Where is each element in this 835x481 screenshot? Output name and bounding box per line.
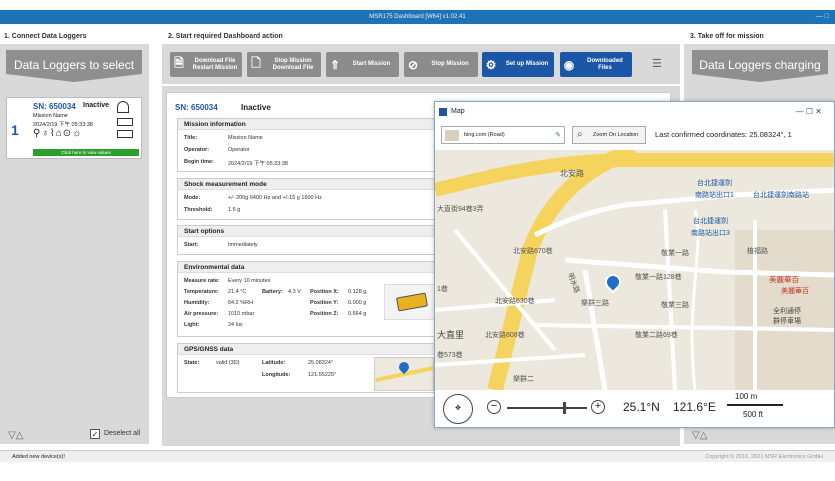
file-download-icon: 🗎 <box>174 56 184 70</box>
position-z-value: 0.664 g <box>348 311 367 317</box>
map-bottom-bar: ✥ − + 25.1°N 121.6°E 100 m 500 ft <box>435 390 834 427</box>
threshold-value: 1.5 g <box>228 207 241 213</box>
map-source-select[interactable]: bing.com (Road) ✎ <box>441 126 565 144</box>
logger-index: 1 <box>11 122 19 138</box>
detail-state: Inactive <box>241 103 271 112</box>
shock-section: Shock measurement mode Mode: +/- 200g 64… <box>177 178 439 220</box>
battery-value: 4.3 V <box>288 289 301 295</box>
logger-card[interactable]: 1 SN: 650034 Inactive Mission Name 2024/… <box>6 97 142 159</box>
scale-bar <box>727 404 783 406</box>
measure-rate-value: Every 10 minutes <box>228 278 271 284</box>
pan-control-icon[interactable]: ✥ <box>443 394 473 424</box>
operator-value: Operator <box>228 147 250 153</box>
map-source-thumb-icon <box>445 130 459 141</box>
list-menu-icon[interactable]: ☰ <box>652 57 662 70</box>
light-value: 24 lux <box>228 322 243 328</box>
eye-icon: ◉ <box>563 57 575 72</box>
window-title: MSR175 Dashboard [W64] v1.02.41 <box>369 14 466 20</box>
map-window: Map — ☐ ✕ bing.com (Road) ✎ ⌕ Zoom On Lo… <box>434 101 835 428</box>
map-source-edit-icon: ✎ <box>555 132 561 139</box>
logger-state: Inactive <box>83 102 110 109</box>
zoom-slider-track[interactable] <box>507 407 587 409</box>
zoom-in-button[interactable]: + <box>591 400 605 414</box>
zoom-on-location-button[interactable]: ⌕ Zoom On Location <box>572 126 646 144</box>
zoom-slider-handle[interactable] <box>563 402 566 414</box>
scale-feet: 500 ft <box>743 410 764 419</box>
shock-mode-value: +/- 200g 6400 Hz and +/-15 g 1600 Hz <box>228 195 322 201</box>
start-mission-button[interactable]: ⇑ Start Mission <box>326 52 399 77</box>
download-restart-button[interactable]: 🗎 Download File Restart Mission <box>170 52 242 77</box>
gps-header: GPS/GNSS data <box>178 344 438 355</box>
last-coordinates: Last confirmed coordinates: 25.08324°, 1 <box>655 130 792 139</box>
map-title: Map <box>451 108 465 115</box>
file-stop-icon: 🗋 <box>251 56 261 70</box>
gear-icon: ⚙ <box>485 57 497 72</box>
logger-mission-name: Mission Name <box>33 113 68 119</box>
status-bar: Added new device(s)! Copyright © 2016, 2… <box>0 450 835 462</box>
map-source-label: bing.com (Road) <box>464 132 505 138</box>
lock-icon <box>117 101 129 113</box>
map-canvas[interactable]: 北安路 台北捷運劍 南路站出口1 台北捷運劍南路站 台北捷運劍 南路站出口3 大… <box>435 150 834 390</box>
mini-map-thumbnail[interactable] <box>374 357 434 391</box>
zoom-out-button[interactable]: − <box>487 400 501 414</box>
logger-sn: SN: 650034 <box>33 102 76 111</box>
position-x-value: 0.128 g <box>348 289 367 295</box>
detail-sn: SN: 650034 <box>175 103 218 112</box>
setup-mission-button[interactable]: ⚙ Set up Mission <box>482 52 554 77</box>
logger-date: 2024/2/19 下午 05:33:38 <box>33 122 93 128</box>
mission-title-value: Mission Name <box>228 135 263 141</box>
window-controls[interactable]: — □ <box>816 10 829 24</box>
sort-icon[interactable]: ▽△ <box>8 430 23 441</box>
magnifier-icon: ⌕ <box>577 129 583 140</box>
air-pressure-value: 1010 mbar <box>228 311 255 317</box>
mission-info-section: Mission information Title: Mission Name … <box>177 118 439 172</box>
column-header-takeoff: 3. Take off for mission <box>690 33 764 40</box>
device-image <box>384 284 438 320</box>
map-title-bar: Map — ☐ ✕ <box>435 102 834 122</box>
humidity-value: 64.2 %RH <box>228 300 254 306</box>
latitude-value: 25.08324° <box>308 360 334 366</box>
temperature-value: 21.4 °C <box>228 289 247 295</box>
start-options-section: Start options Start: Immediately <box>177 225 439 255</box>
stop-download-button[interactable]: 🗋 Stop Mission Download File <box>247 52 321 77</box>
position-y-value: 0.000 g <box>348 300 367 306</box>
map-roads <box>435 150 834 390</box>
start-options-header: Start options <box>178 226 438 237</box>
downloaded-files-button[interactable]: ◉ Downloaded Files <box>560 52 632 77</box>
map-window-controls[interactable]: — ☐ ✕ <box>796 102 822 122</box>
map-toolbar: bing.com (Road) ✎ ⌕ Zoom On Location Las… <box>435 122 834 150</box>
stop-icon: ⊘ <box>407 57 419 72</box>
sort-icon-right[interactable]: ▽△ <box>692 430 707 441</box>
view-values-link[interactable]: Click here to view values <box>33 149 139 156</box>
begin-time-value: 2024/2/19 下午 05:33:38 <box>228 161 288 167</box>
gps-state-value: valid (3D) <box>216 360 240 366</box>
shock-header: Shock measurement mode <box>178 179 438 190</box>
map-lat-readout: 25.1°N <box>623 400 660 414</box>
environmental-section: Environmental data Measure rate: Every 1… <box>177 261 439 337</box>
column-header-connect: 1. Connect Data Loggers <box>4 33 87 40</box>
map-lon-readout: 121.6°E <box>673 400 716 414</box>
map-app-icon <box>439 108 447 116</box>
card-icon <box>117 130 133 138</box>
deselect-checkbox[interactable]: ✓ <box>90 429 100 439</box>
gps-section: GPS/GNSS data State: valid (3D) Latitude… <box>177 343 439 393</box>
sensor-icons: ⚲♁⌇⌂⊙☼ <box>33 128 83 139</box>
title-bar: MSR175 Dashboard [W64] v1.02.41 — □ <box>0 10 835 24</box>
environmental-header: Environmental data <box>178 262 438 273</box>
copyright: Copyright © 2016, 2021 MSR Electronics G… <box>705 454 823 460</box>
column-header-action: 2. Start required Dashboard action <box>168 33 283 40</box>
deselect-all-label[interactable]: Deselect all <box>104 430 140 437</box>
start-value: Immediately <box>228 242 258 248</box>
rocket-icon: ⇑ <box>329 57 341 72</box>
longitude-value: 121.55225° <box>308 372 337 378</box>
battery-icon <box>117 118 133 126</box>
stop-mission-button[interactable]: ⊘ Stop Mission <box>404 52 478 77</box>
scale-meters: 100 m <box>735 392 758 401</box>
mission-info-header: Mission information <box>178 119 438 130</box>
status-message: Added new device(s)! <box>12 454 65 460</box>
